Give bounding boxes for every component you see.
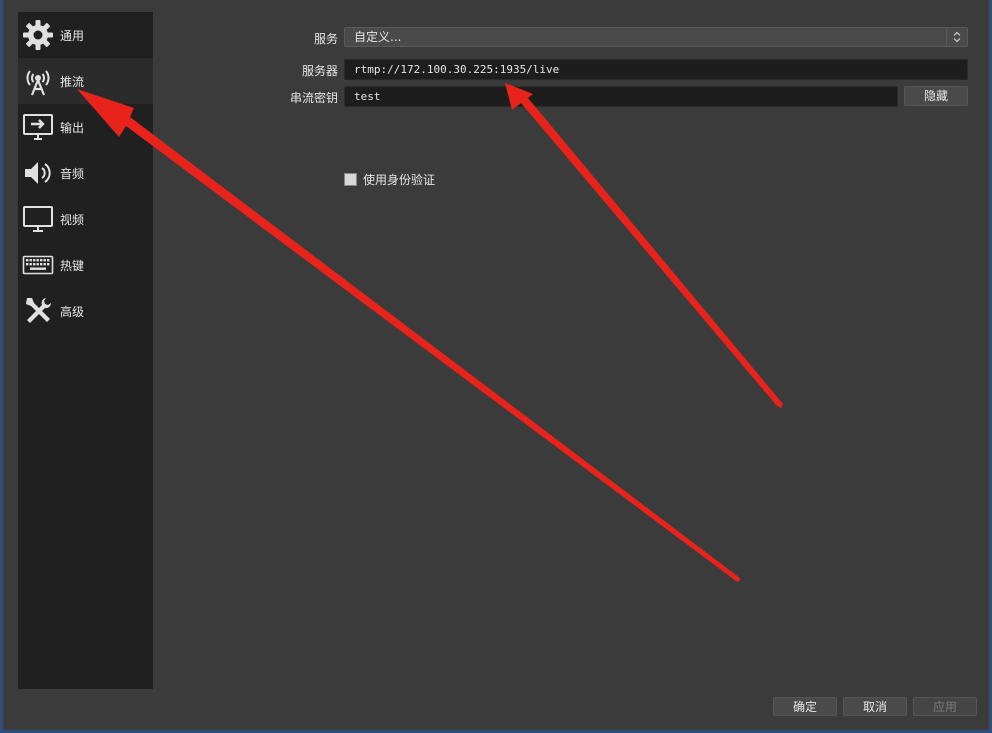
use-auth-label: 使用身份验证 (363, 173, 436, 187)
sidebar-item-label: 推流 (60, 74, 85, 89)
cancel-button[interactable]: 取消 (843, 697, 907, 716)
stream-key-input[interactable] (344, 86, 898, 107)
server-input[interactable] (344, 59, 968, 80)
sidebar-item-advanced[interactable]: 高级 (18, 288, 153, 334)
sidebar-item-audio[interactable]: 音频 (18, 150, 153, 196)
hide-key-button[interactable]: 隐藏 (904, 86, 968, 106)
stream-key-label: 串流密钥 (289, 91, 338, 105)
antenna-icon (20, 63, 56, 99)
sidebar-item-stream[interactable]: 推流 (18, 58, 153, 104)
sidebar: 通用 推流 输出 音频 视频 热键 高级 (18, 12, 153, 689)
server-label: 服务器 (301, 64, 338, 78)
sidebar-item-output[interactable]: 输出 (18, 104, 153, 150)
use-auth-row[interactable]: 使用身份验证 (344, 171, 435, 188)
gear-icon (20, 17, 56, 53)
sidebar-item-general[interactable]: 通用 (18, 12, 153, 58)
service-select[interactable]: 自定义... (344, 27, 968, 47)
speaker-icon (20, 155, 56, 191)
ok-button[interactable]: 确定 (773, 697, 837, 716)
stream-settings-panel: 服务 自定义... 服务器 串流密钥 隐藏 使用身份验证 确定 取消 应用 (153, 0, 992, 733)
sidebar-item-label: 通用 (60, 28, 85, 43)
settings-window: 通用 推流 输出 音频 视频 热键 高级 服务 自定义... 服务器 rtmp:… (0, 0, 992, 733)
sidebar-item-label: 输出 (60, 120, 85, 135)
sidebar-item-label: 热键 (60, 258, 85, 273)
service-label: 服务 (313, 32, 338, 46)
sidebar-item-label: 音频 (60, 166, 85, 181)
output-icon (20, 109, 56, 145)
sidebar-item-video[interactable]: 视频 (18, 196, 153, 242)
tools-icon (20, 293, 56, 329)
up-down-arrows-icon (946, 28, 967, 46)
keyboard-icon (20, 247, 56, 283)
sidebar-item-hotkeys[interactable]: 热键 (18, 242, 153, 288)
sidebar-item-label: 视频 (60, 212, 85, 227)
monitor-icon (20, 201, 56, 237)
use-auth-checkbox[interactable] (344, 173, 357, 186)
service-value: 自定义... (354, 30, 402, 44)
sidebar-item-label: 高级 (60, 304, 85, 319)
apply-button[interactable]: 应用 (913, 697, 977, 716)
